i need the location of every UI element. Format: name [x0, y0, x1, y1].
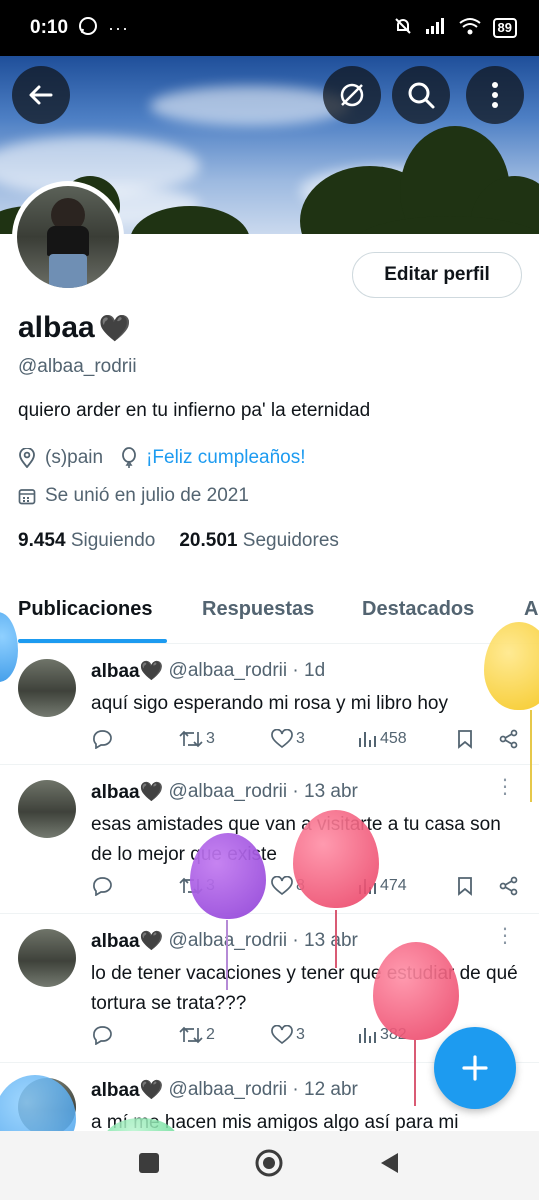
- battery-indicator: 89: [492, 18, 517, 38]
- views-stat[interactable]: 458: [357, 730, 457, 748]
- bookmark-button[interactable]: [457, 729, 499, 749]
- tab-publicaciones[interactable]: Publicaciones: [18, 590, 167, 643]
- retweet-button[interactable]: 3: [179, 730, 271, 748]
- compose-tweet-button[interactable]: [434, 1027, 516, 1109]
- search-icon: [408, 82, 435, 109]
- grok-button[interactable]: [323, 66, 381, 124]
- more-options-button[interactable]: [466, 66, 524, 124]
- like-button[interactable]: 3: [271, 729, 357, 749]
- triangle-back-icon: [381, 1153, 399, 1173]
- location-pin-icon: [18, 448, 36, 468]
- followers-link[interactable]: 20.501 Seguidores: [179, 530, 339, 552]
- tweet-avatar[interactable]: [18, 780, 76, 838]
- reply-icon: [93, 730, 112, 749]
- circle-home-icon: [255, 1149, 283, 1177]
- tweet[interactable]: albaa🖤 @albaa_rodrii · 1d aquí sigo espe…: [0, 645, 539, 765]
- system-navigation-bar: [0, 1131, 539, 1200]
- balloon-string: [414, 1040, 416, 1106]
- tab-respuestas[interactable]: Respuestas: [202, 590, 314, 621]
- share-icon: [499, 876, 518, 896]
- silent-bell-icon: [393, 16, 413, 41]
- more-notifications-icon: ···: [108, 17, 130, 38]
- like-button[interactable]: 3: [271, 1025, 357, 1045]
- avatar-image: [17, 186, 119, 288]
- tab-more[interactable]: A: [524, 590, 538, 621]
- no-grok-icon: [340, 83, 364, 107]
- purple-balloon: [190, 833, 266, 919]
- tweet-header: albaa🖤 @albaa_rodrii · 1d: [91, 660, 326, 682]
- retweet-icon: [179, 1026, 203, 1044]
- follow-stats: 9.454 Siguiendo 20.501 Seguidores: [18, 530, 339, 552]
- tweet-actions: 3 3 458: [91, 729, 519, 749]
- tweet-more-icon[interactable]: ⋮: [495, 777, 515, 797]
- bookmark-icon: [458, 730, 472, 749]
- profile-meta-joined: Se unió en julio de 2021: [18, 485, 249, 507]
- tweet-more-icon[interactable]: ⋮: [495, 926, 515, 946]
- search-button[interactable]: [392, 66, 450, 124]
- tweet-avatar[interactable]: [18, 929, 76, 987]
- tab-destacados[interactable]: Destacados: [362, 590, 474, 621]
- share-button[interactable]: [499, 729, 519, 749]
- wifi-icon: [458, 17, 481, 40]
- reply-icon: [93, 1026, 112, 1045]
- tweet-text: aquí sigo esperando mi rosa y mi libro h…: [91, 693, 448, 714]
- views-chart-icon: [359, 1028, 376, 1043]
- black-heart-icon: 🖤: [98, 312, 132, 343]
- square-icon: [138, 1153, 159, 1173]
- retweet-icon: [179, 730, 203, 748]
- reply-icon: [93, 877, 112, 896]
- pink-balloon: [373, 942, 459, 1040]
- more-vertical-icon: [492, 82, 498, 108]
- reply-button[interactable]: [91, 729, 179, 749]
- heart-icon: [271, 1025, 293, 1045]
- tweet-header: albaa🖤 @albaa_rodrii · 12 abr: [91, 1079, 358, 1101]
- profile-name: albaa 🖤: [18, 311, 132, 344]
- profile-avatar[interactable]: [12, 181, 124, 293]
- profile-bio: quiero arder en tu infierno pa' la etern…: [18, 400, 371, 421]
- bookmark-icon: [458, 877, 472, 896]
- profile-meta-location: (s)pain ¡Feliz cumpleaños!: [18, 447, 306, 469]
- recents-button[interactable]: [137, 1151, 161, 1180]
- reply-button[interactable]: [91, 1025, 179, 1045]
- tweet-header: albaa🖤 @albaa_rodrii · 13 abr: [91, 781, 358, 803]
- profile-tabs: Publicaciones Respuestas Destacados A: [0, 590, 539, 644]
- balloon-string: [530, 710, 532, 802]
- retweet-button[interactable]: 2: [179, 1026, 271, 1044]
- back-nav-button[interactable]: [378, 1151, 402, 1180]
- status-bar: 0:10 ··· 89: [0, 0, 539, 56]
- active-tab-indicator: [18, 639, 167, 643]
- reply-button[interactable]: [91, 876, 179, 896]
- back-arrow-icon: [29, 85, 53, 105]
- edit-profile-button[interactable]: Editar perfil: [352, 252, 522, 298]
- home-button[interactable]: [254, 1148, 284, 1183]
- share-button[interactable]: [499, 876, 519, 896]
- pink-balloon: [293, 810, 379, 908]
- calendar-icon: [18, 487, 36, 505]
- tweet-avatar[interactable]: [18, 659, 76, 717]
- balloon-string: [335, 910, 337, 968]
- following-link[interactable]: 9.454 Siguiendo: [18, 530, 155, 552]
- views-chart-icon: [359, 732, 376, 747]
- heart-icon: [271, 876, 293, 896]
- bookmark-button[interactable]: [457, 876, 499, 896]
- balloon-icon: [121, 447, 137, 469]
- back-button[interactable]: [12, 66, 70, 124]
- birthday-link[interactable]: ¡Feliz cumpleaños!: [146, 447, 305, 469]
- status-time: 0:10: [30, 17, 69, 38]
- tweet[interactable]: albaa🖤 @albaa_rodrii · 13 abr ⋮ esas ami…: [0, 766, 539, 914]
- plus-icon: [462, 1055, 488, 1081]
- tweet-header: albaa🖤 @albaa_rodrii · 13 abr: [91, 930, 358, 952]
- whatsapp-icon: [78, 16, 98, 41]
- profile-handle: @albaa_rodrii: [18, 356, 137, 377]
- balloon-string: [226, 920, 228, 990]
- share-icon: [499, 729, 518, 749]
- signal-icon: [425, 17, 447, 40]
- heart-icon: [271, 729, 293, 749]
